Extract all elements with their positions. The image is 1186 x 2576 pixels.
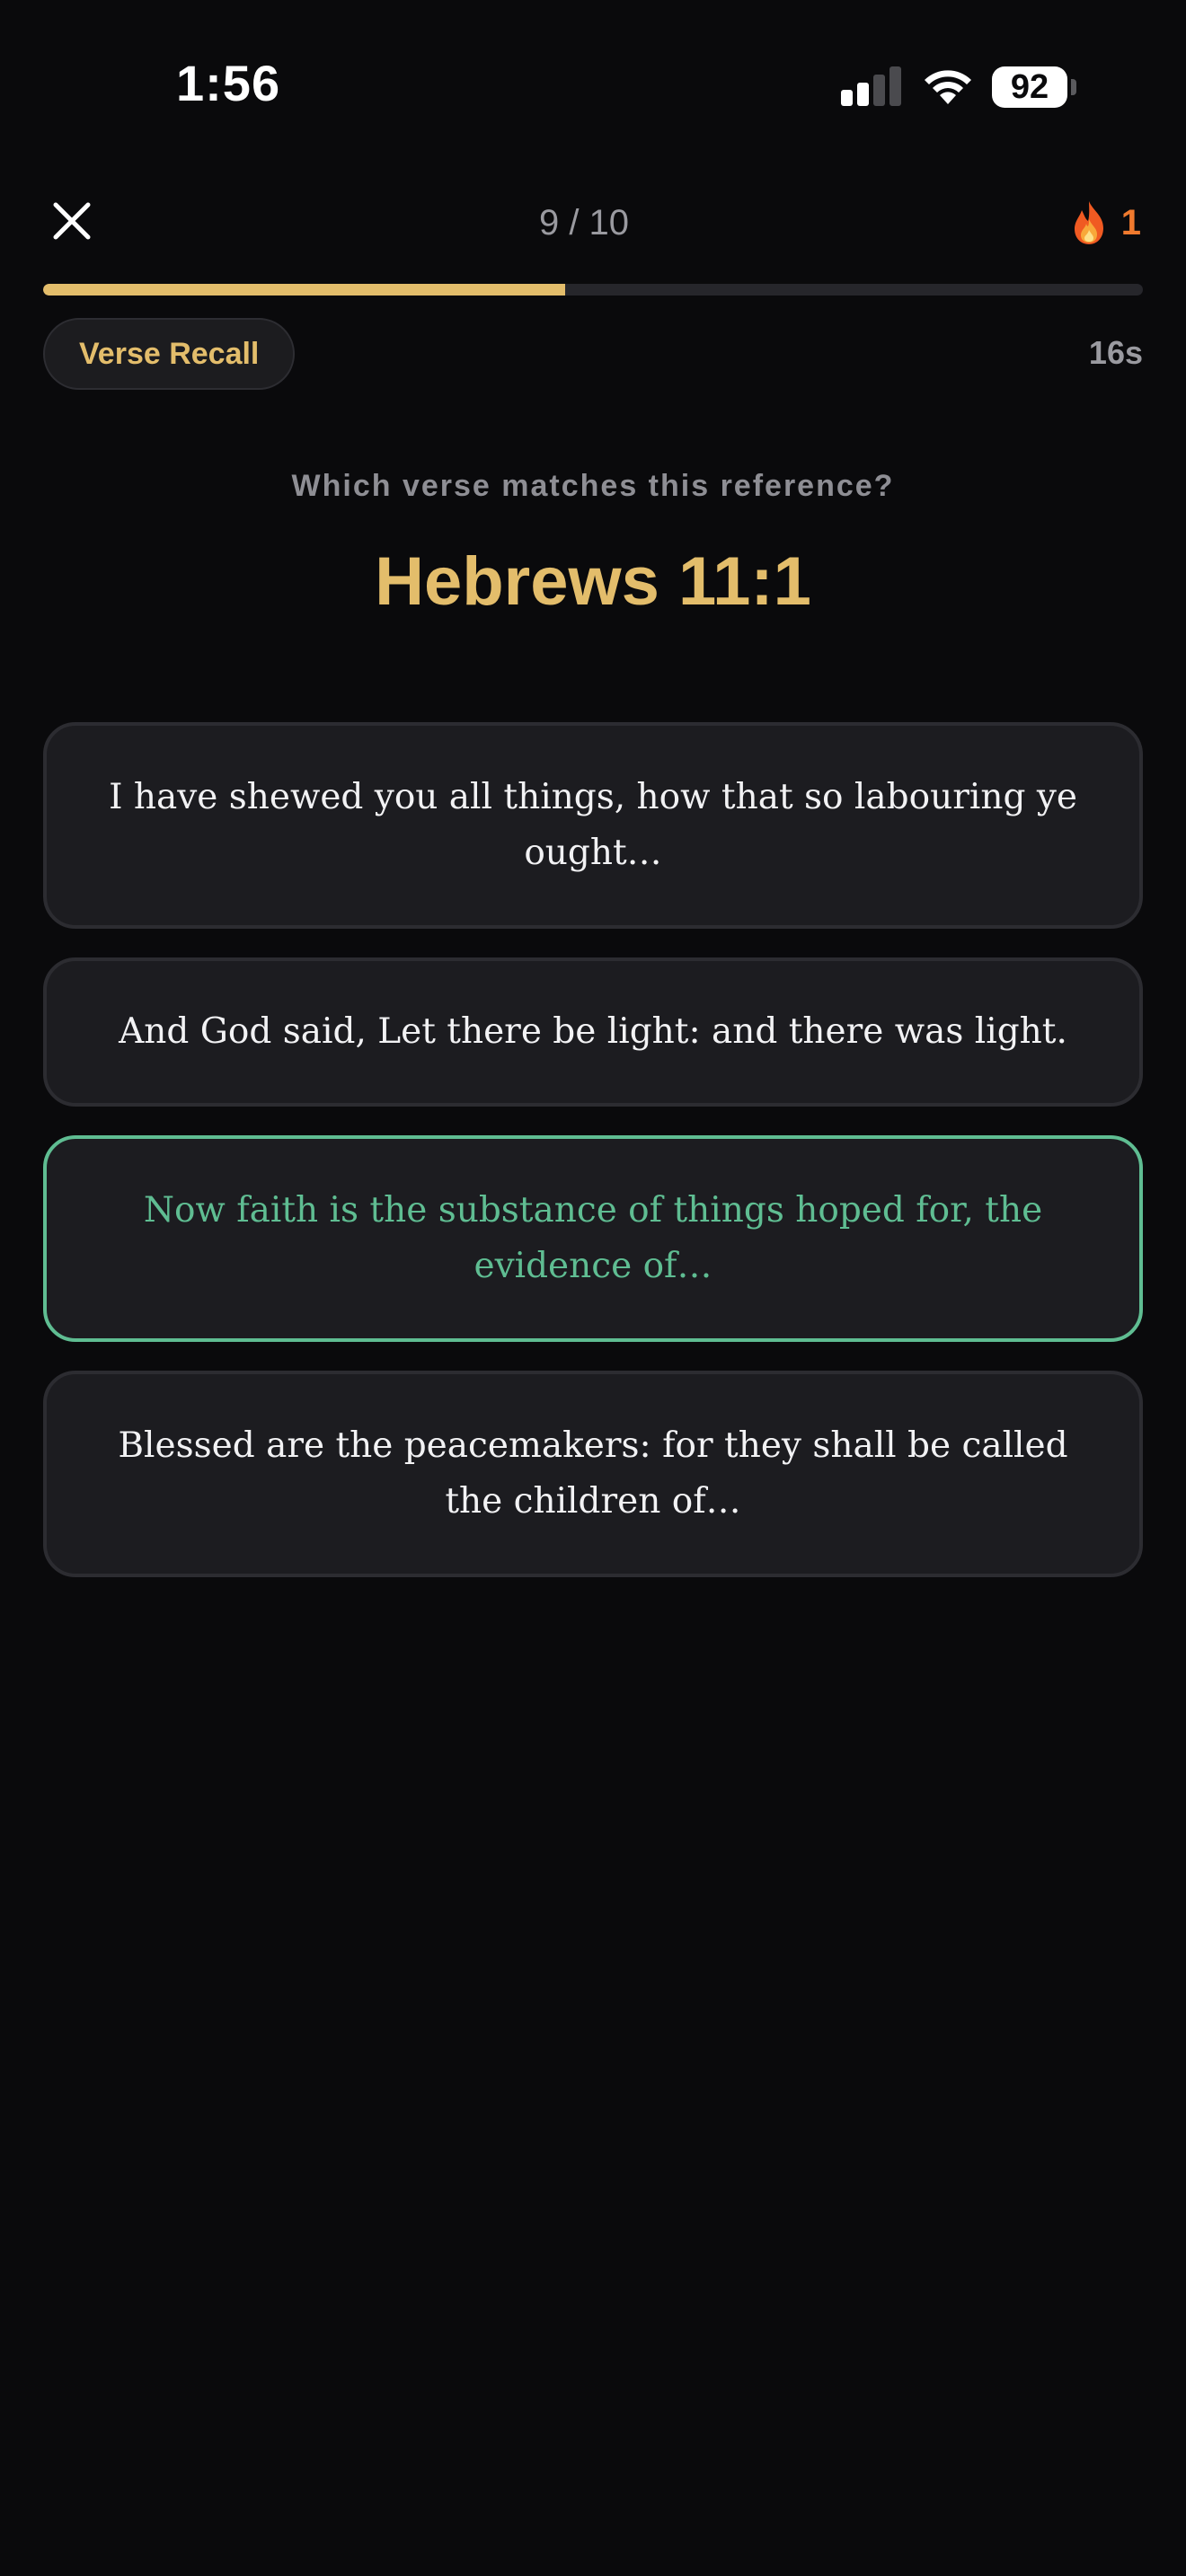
answer-options: I have shewed you all things, how that s… <box>43 722 1143 1606</box>
answer-option[interactable]: And God said, Let there be light: and th… <box>43 957 1143 1107</box>
verse-reference: Hebrews 11:1 <box>375 543 811 620</box>
status-time: 1:56 <box>176 55 281 111</box>
timer-label: 16s <box>1088 334 1143 371</box>
progress-bar <box>43 284 1143 296</box>
answer-option-text: I have shewed you all things, how that s… <box>109 777 1077 873</box>
question-progress-label: 9 / 10 <box>538 203 630 243</box>
answer-option[interactable]: I have shewed you all things, how that s… <box>43 722 1143 929</box>
fire-icon <box>1074 201 1103 244</box>
answer-option-correct[interactable]: Now faith is the substance of things hop… <box>43 1135 1143 1342</box>
battery-cap <box>1071 79 1076 95</box>
status-bar: 1:56 92 <box>0 0 1186 171</box>
streak-indicator: 1 <box>1069 198 1141 248</box>
answer-option-text: Now faith is the substance of things hop… <box>143 1190 1043 1286</box>
answer-option-text: And God said, Let there be light: and th… <box>119 1011 1067 1052</box>
wifi-icon <box>925 70 971 104</box>
cellular-signal-icon <box>841 66 901 106</box>
battery-indicator: 92 <box>992 66 1067 108</box>
answer-option[interactable]: Blessed are the peacemakers: for they sh… <box>43 1371 1143 1577</box>
question-prompt: Which verse matches this reference? <box>291 469 895 503</box>
progress-bar-fill <box>43 284 566 296</box>
streak-count: 1 <box>1120 202 1141 243</box>
mode-badge: Verse Recall <box>43 318 296 390</box>
answer-option-text: Blessed are the peacemakers: for they sh… <box>118 1425 1068 1522</box>
